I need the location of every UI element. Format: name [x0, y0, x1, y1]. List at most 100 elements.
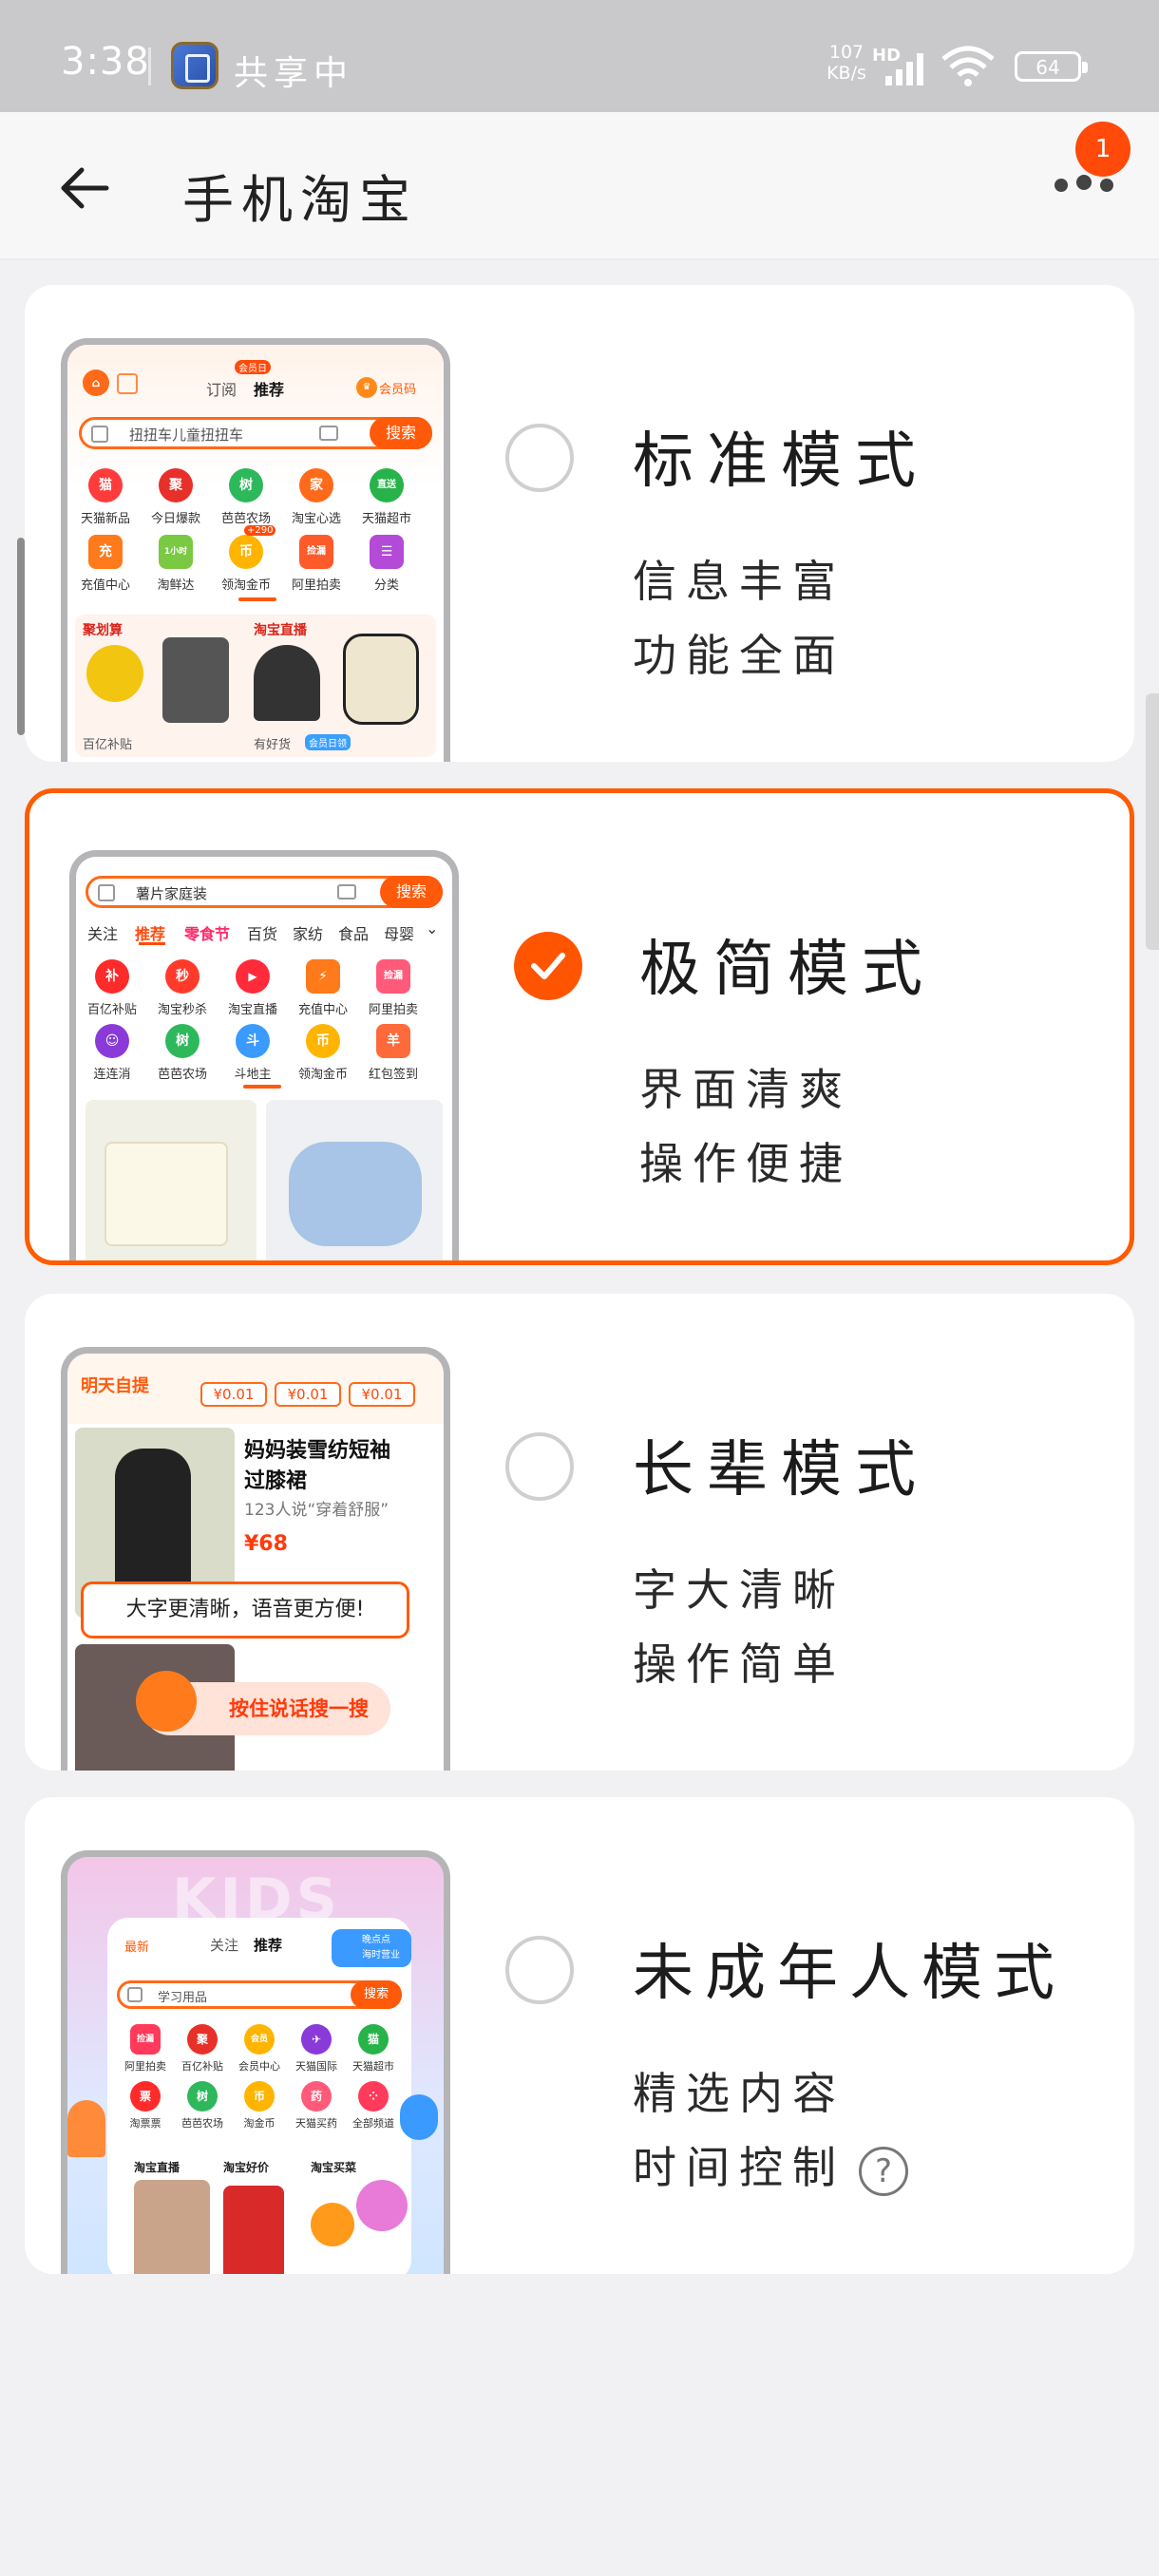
mode-card-elder[interactable]: 明天自提 ¥0.01 ¥0.01 ¥0.01 妈妈装雪纺短袖 过膝裙 123人说… [25, 1294, 1134, 1771]
tab-underline [139, 942, 165, 945]
preview-tab: 订阅 [206, 381, 238, 399]
mode-name: 极简模式 [639, 935, 936, 1005]
product-price: ¥68 [244, 1532, 288, 1556]
preview-icon: 树 [187, 2081, 218, 2112]
preview-header-label: 明天自提 [81, 1376, 149, 1396]
preview-icon: 票 [130, 2081, 161, 2112]
preview-search: 薯片家庭装 搜索 [86, 876, 443, 908]
chevron-down-icon: ⌄ [426, 919, 439, 938]
preview-icon: 羊 [376, 1024, 410, 1058]
preview-icon: 药 [301, 2081, 332, 2112]
status-bar: 3:38 共享中 107 KB/s HD 64 [0, 0, 1159, 112]
preview-icon: 聚 [159, 468, 193, 502]
app-header: 手机淘宝 1 [0, 112, 1159, 260]
clock: 3:38 [61, 40, 150, 84]
scrollbar[interactable] [17, 538, 25, 735]
mode-name: 标准模式 [633, 426, 929, 497]
preview-icon: 秒 [165, 959, 200, 994]
preview-tab: 关注 [210, 1937, 239, 1954]
preview-icon: 补 [95, 959, 129, 994]
radio-standard[interactable] [505, 424, 574, 492]
more-dot-icon [1076, 175, 1092, 190]
preview-icon-label: 阿里拍卖 [124, 2060, 166, 2073]
preview-tab: 食品 [338, 925, 370, 943]
mode-card-standard[interactable]: ⌂ 订阅 会员日 推荐 ♛ 会员码 扭扭车儿童扭扭车 搜索 猫 聚 树 家 直送… [25, 285, 1134, 762]
mode-card-minimal[interactable]: 薯片家庭装 搜索 关注 推荐 零食节 百货 家纺 食品 母婴 ⌄ 补 秒 ▶ ⚡… [25, 788, 1134, 1265]
preview-icon-label: 天猫新品 [80, 512, 130, 526]
price-tag: ¥0.01 [275, 1382, 341, 1407]
scan-icon [127, 1987, 142, 2002]
preview-icon: 捡漏 [130, 2024, 161, 2055]
preview-icon-label: 分类 [373, 578, 399, 593]
preview-search: 扭扭车儿童扭扭车 搜索 [79, 417, 432, 449]
preview-icon: ⁘ [358, 2081, 389, 2112]
preview-icon-label: 会员中心 [238, 2060, 280, 2073]
preview-search-text: 学习用品 [158, 1991, 208, 2005]
check-icon [531, 953, 565, 979]
scan-icon [98, 884, 115, 901]
preview-search: 学习用品 搜索 [117, 1980, 402, 2009]
preview-elder: 明天自提 ¥0.01 ¥0.01 ¥0.01 妈妈装雪纺短袖 过膝裙 123人说… [61, 1347, 450, 1771]
preview-search-text: 扭扭车儿童扭扭车 [129, 426, 244, 444]
preview-tab: 推荐 [254, 1937, 283, 1954]
preview-icon: 捡漏 [299, 535, 333, 569]
preview-section-title: 淘宝好价 [223, 2161, 270, 2174]
preview-icon: 树 [229, 468, 263, 502]
scan-icon [91, 426, 108, 443]
preview-icon-label: 淘金币 [243, 2117, 276, 2130]
preview-badge: 会员日 [235, 360, 271, 374]
preview-minor: KIDS 最新 关注 推荐 晚点点 海时营业 学习用品 搜索 捡漏 聚 会员 ✈… [61, 1850, 450, 2274]
sharing-status: 共享中 [234, 54, 354, 93]
radio-minor[interactable] [505, 1936, 574, 2004]
mode-description: 字大清晰 [633, 1564, 846, 1616]
preview-section-sub: 百亿补贴 [83, 738, 133, 752]
preview-section-badge: 会员日领 [305, 734, 351, 750]
preview-icon-label: 连连消 [93, 1068, 131, 1082]
back-arrow-icon[interactable] [53, 160, 120, 217]
preview-section-title: 淘宝直播 [134, 2161, 180, 2174]
mode-description: 功能全面 [633, 630, 846, 681]
lollipop-image [356, 2180, 408, 2231]
preview-icon: 直送 [370, 468, 404, 502]
balloon-image [67, 2100, 105, 2157]
preview-tab: 推荐 [135, 925, 166, 943]
preview-icon: 币 [244, 2081, 275, 2112]
preview-icon: ⚡ [306, 959, 340, 994]
battery-level: 64 [1036, 56, 1060, 79]
promo-text: 晚点点 [362, 1935, 390, 1945]
preview-section-sub: 有好货 [254, 738, 292, 752]
preview-icon-label: 百亿补贴 [181, 2060, 223, 2073]
preview-tab: 推荐 [254, 381, 285, 399]
preview-minimal: 薯片家庭装 搜索 关注 推荐 零食节 百货 家纺 食品 母婴 ⌄ 补 秒 ▶ ⚡… [69, 850, 459, 1260]
radio-minimal[interactable] [514, 932, 582, 1000]
preview-section-title: 淘宝直播 [254, 623, 307, 638]
preview-icon: 猫 [88, 468, 123, 502]
preview-tab: 百货 [247, 925, 278, 943]
preview-icon: 币 [306, 1024, 340, 1058]
more-dot-icon [1100, 179, 1113, 192]
preview-icon-label: 天猫国际 [295, 2060, 337, 2073]
mode-card-minor[interactable]: KIDS 最新 关注 推荐 晚点点 海时营业 学习用品 搜索 捡漏 聚 会员 ✈… [25, 1797, 1134, 2274]
preview-coin-badge: +290 [244, 525, 276, 536]
preview-icon: ☺ [95, 1024, 129, 1058]
product-image [311, 2203, 354, 2246]
share-icon [117, 373, 138, 394]
preview-search-button: 搜索 [370, 417, 432, 449]
mode-description: 信息丰富 [633, 556, 846, 607]
mascot-icon [136, 1671, 197, 1732]
help-icon[interactable]: ? [859, 2146, 908, 2196]
preview-icon-label: 淘宝直播 [227, 1003, 277, 1017]
preview-icon: 家 [299, 468, 333, 502]
camera-icon [319, 426, 338, 441]
preview-icon: ▶ [236, 959, 270, 994]
home-icon: ⌂ [83, 369, 109, 396]
tip-bubble: 大字更清晰，语音更方便! [81, 1582, 409, 1638]
price-tag: ¥0.01 [349, 1382, 415, 1407]
radio-elder[interactable] [505, 1432, 574, 1501]
preview-icon-label: 天猫超市 [361, 512, 411, 526]
product-image [289, 1142, 422, 1246]
signal-icon [885, 53, 923, 85]
preview-icon-label: 芭芭农场 [181, 2117, 223, 2130]
preview-search-button: 搜索 [351, 1980, 402, 2009]
product-image [104, 1142, 228, 1246]
